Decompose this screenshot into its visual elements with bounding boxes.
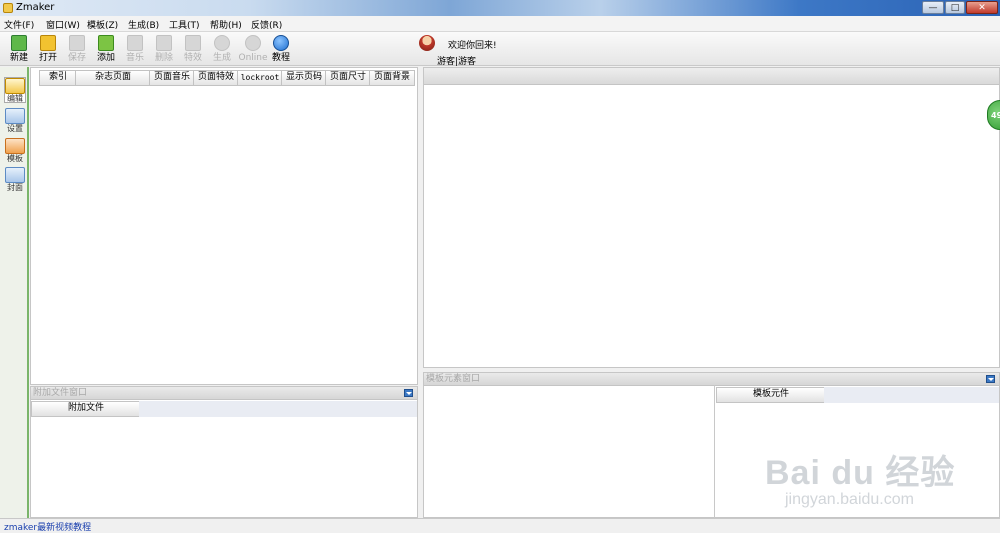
- column-page-background[interactable]: 页面背景: [369, 70, 415, 86]
- save-label: 保存: [67, 53, 86, 63]
- template-tab-strip: [824, 387, 999, 403]
- delete-icon: [156, 35, 172, 51]
- add-page-icon: [98, 35, 114, 51]
- online-icon: [245, 35, 261, 51]
- template-panel-dropdown-icon[interactable]: [986, 375, 995, 383]
- delete-button[interactable]: 删除: [151, 34, 177, 66]
- title-bar: Zmaker — □ ✕: [0, 0, 1000, 16]
- window-title: Zmaker: [16, 2, 55, 13]
- user-name[interactable]: 游客|游客: [437, 54, 476, 67]
- page-list-grid: 索引 杂志页面 页面音乐 页面特效 lockroot 显示页码 页面尺寸 页面背…: [30, 67, 418, 385]
- music-label: 音乐: [125, 53, 144, 63]
- menu-window[interactable]: 窗口(W): [46, 18, 80, 31]
- column-page-size[interactable]: 页面尺寸: [325, 70, 371, 86]
- new-file-icon: [11, 35, 27, 51]
- column-show-page-number[interactable]: 显示页码: [281, 70, 327, 86]
- side-tab-cover-label: 封面: [7, 183, 23, 192]
- side-tab-template[interactable]: 模板: [4, 138, 26, 164]
- delete-label: 删除: [154, 53, 173, 63]
- online-label: Online: [238, 53, 268, 63]
- help-icon: [273, 35, 289, 51]
- settings-icon: [5, 108, 25, 124]
- menu-bar: 文件(F) 窗口(W) 模板(Z) 生成(B) 工具(T) 帮助(H) 反馈(R…: [0, 16, 1000, 32]
- menu-file[interactable]: 文件(F): [4, 18, 34, 31]
- preview-header: [424, 68, 999, 85]
- side-tab-edit-label: 编辑: [7, 94, 23, 103]
- page-preview-panel: [423, 67, 1000, 368]
- menu-build[interactable]: 生成(B): [128, 18, 159, 31]
- tutorial-button[interactable]: 教程: [268, 34, 294, 66]
- column-index[interactable]: 索引: [39, 70, 77, 86]
- menu-template[interactable]: 模板(Z): [87, 18, 118, 31]
- attach-panel-title: 附加文件窗口: [33, 388, 88, 398]
- welcome-message: 欢迎你回来!: [448, 41, 497, 51]
- side-tab-template-label: 模板: [7, 154, 23, 163]
- close-button[interactable]: ✕: [966, 1, 998, 14]
- music-icon: [127, 35, 143, 51]
- column-page-music[interactable]: 页面音乐: [149, 70, 195, 86]
- side-tab-settings[interactable]: 设置: [4, 108, 26, 134]
- add-label: 添加: [96, 53, 115, 63]
- attach-tab-strip: [139, 401, 417, 417]
- generate-button[interactable]: 生成: [209, 34, 235, 66]
- user-avatar-icon: [419, 35, 435, 51]
- tab-attach-file[interactable]: 附加文件: [31, 401, 141, 417]
- side-tab-edit[interactable]: 编辑: [4, 77, 26, 103]
- save-icon: [69, 35, 85, 51]
- template-panel-titlebar: 模板元素窗口: [424, 373, 999, 386]
- new-label: 新建: [9, 53, 28, 63]
- attach-panel-dropdown-icon[interactable]: [404, 389, 413, 397]
- watermark-logo: Bai du 经验: [765, 454, 956, 492]
- menu-tools[interactable]: 工具(T): [169, 18, 200, 31]
- minimize-button[interactable]: —: [922, 1, 944, 14]
- toolbar: 新建 打开 保存 添加 音乐 删除 特效 生成 Online 教程: [0, 32, 1000, 66]
- cover-icon: [5, 167, 25, 183]
- music-button[interactable]: 音乐: [122, 34, 148, 66]
- side-tab-bar: 编辑 设置 模板 封面: [0, 67, 29, 518]
- watermark-url: jingyan.baidu.com: [785, 491, 914, 508]
- column-lockroot[interactable]: lockroot: [237, 70, 283, 86]
- open-folder-icon: [40, 35, 56, 51]
- effects-icon: [185, 35, 201, 51]
- new-button[interactable]: 新建: [6, 34, 32, 66]
- edit-icon: [5, 78, 25, 94]
- menu-feedback[interactable]: 反馈(R): [251, 18, 282, 31]
- open-label: 打开: [38, 53, 57, 63]
- baidu-watermark: Bai du 经验 jingyan.baidu.com: [765, 445, 965, 515]
- template-icon: [5, 138, 25, 154]
- app-icon: [3, 3, 13, 13]
- template-panel-divider: [714, 385, 715, 519]
- open-button[interactable]: 打开: [35, 34, 61, 66]
- online-button[interactable]: Online: [238, 34, 268, 66]
- add-button[interactable]: 添加: [93, 34, 119, 66]
- tab-template-components[interactable]: 模板元件: [716, 387, 826, 403]
- side-tab-cover[interactable]: 封面: [4, 167, 26, 193]
- menu-help[interactable]: 帮助(H): [210, 18, 242, 31]
- status-bar: zmaker最新视频教程: [0, 518, 1000, 533]
- column-magazine-page[interactable]: 杂志页面: [75, 70, 151, 86]
- column-page-effects[interactable]: 页面特效: [193, 70, 239, 86]
- tutorial-label: 教程: [271, 53, 290, 63]
- effects-label: 特效: [183, 53, 202, 63]
- attach-file-panel: 附加文件窗口 附加文件: [30, 386, 418, 518]
- effects-button[interactable]: 特效: [180, 34, 206, 66]
- side-tab-settings-label: 设置: [7, 124, 23, 133]
- maximize-button[interactable]: □: [945, 1, 965, 14]
- template-panel-title: 模板元素窗口: [426, 374, 481, 384]
- save-button[interactable]: 保存: [64, 34, 90, 66]
- generate-label: 生成: [212, 53, 231, 63]
- attach-panel-titlebar: 附加文件窗口: [31, 387, 417, 400]
- generate-icon: [214, 35, 230, 51]
- video-tutorial-link[interactable]: zmaker最新视频教程: [4, 520, 91, 533]
